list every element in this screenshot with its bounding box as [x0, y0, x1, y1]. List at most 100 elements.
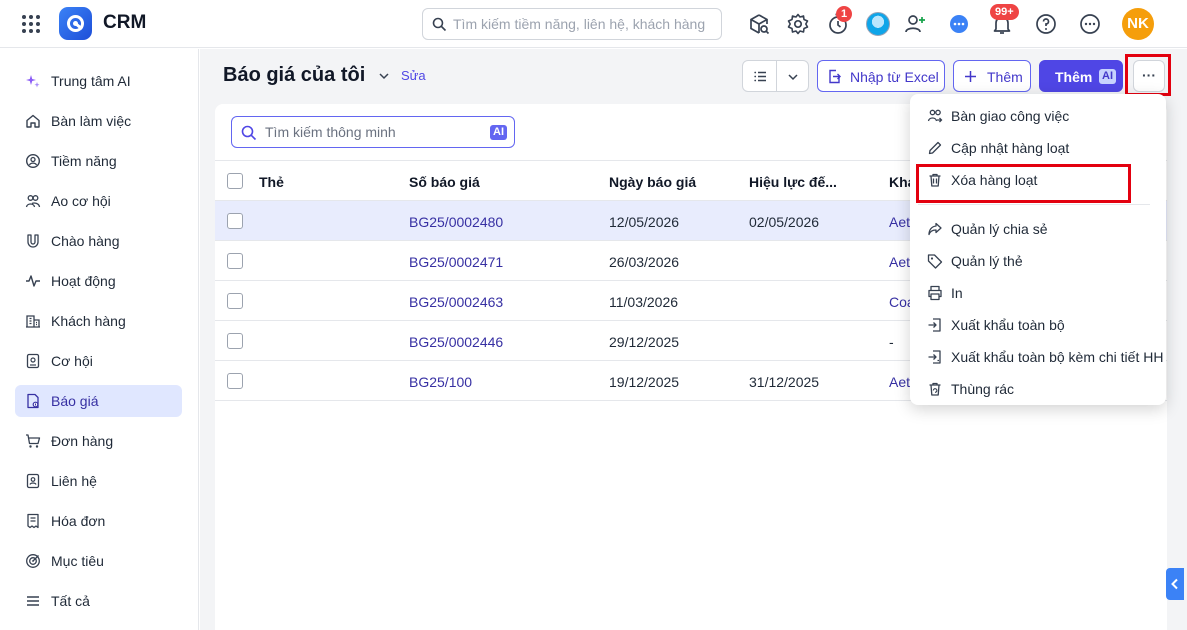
sidebar-item-workspace[interactable]: Bàn làm việc: [15, 105, 182, 137]
pool-icon: [25, 195, 41, 208]
sidebar-item-offers[interactable]: Chào hàng: [15, 225, 182, 257]
menu-item-export-all[interactable]: Xuất khẩu toàn bộ: [910, 310, 1166, 340]
crm-logo-icon[interactable]: [59, 7, 92, 40]
quote-icon: [27, 393, 39, 409]
menu-item-print[interactable]: In: [910, 278, 1166, 308]
more-circle-icon[interactable]: [1078, 12, 1102, 36]
customer-empty: -: [889, 334, 894, 350]
menu-item-bulk-update[interactable]: Cập nhật hàng loạt: [910, 133, 1166, 163]
quote-date: 11/03/2026: [609, 294, 679, 310]
customer-link[interactable]: Aet: [889, 254, 910, 270]
sidebar-item-label: Khách hàng: [51, 313, 126, 329]
printer-icon: [928, 285, 942, 301]
sidebar-item-all[interactable]: Tất cả: [15, 585, 182, 617]
row-checkbox[interactable]: [227, 373, 243, 389]
search-icon: [241, 125, 257, 141]
sidebar-item-contacts[interactable]: Liên hệ: [15, 465, 182, 497]
smart-search-input[interactable]: [265, 117, 485, 147]
search-icon: [432, 17, 447, 32]
gear-icon[interactable]: [786, 12, 810, 36]
share-icon: [928, 222, 942, 236]
column-header-quote-date[interactable]: Ngày báo giá: [609, 174, 696, 190]
sidebar-item-activities[interactable]: Hoạt động: [15, 265, 182, 297]
sidebar-item-label: Tiềm năng: [51, 153, 117, 169]
building-icon: [26, 315, 40, 328]
sidebar-item-label: Cơ hội: [51, 353, 93, 369]
column-header-valid-until[interactable]: Hiệu lực đế...: [749, 174, 837, 190]
menu-icon: [27, 596, 39, 606]
import-icon: [829, 69, 841, 84]
cube-search-icon[interactable]: [747, 12, 771, 36]
menu-item-export-all-details[interactable]: Xuất khẩu toàn bộ kèm chi tiết HH: [910, 342, 1166, 372]
timer-badge: 1: [836, 6, 853, 22]
customer-link[interactable]: Aet: [889, 374, 910, 390]
sidebar-item-label: Chào hàng: [51, 233, 120, 249]
sidebar-item-label: Hoạt động: [51, 273, 116, 289]
home-icon: [26, 114, 40, 128]
customer-link[interactable]: Aet: [889, 214, 910, 230]
quote-date: 26/03/2026: [609, 254, 680, 270]
menu-item-handover[interactable]: Bàn giao công việc: [910, 101, 1166, 131]
global-search[interactable]: [422, 8, 722, 40]
add-button[interactable]: Thêm: [953, 60, 1031, 92]
side-panel-toggle[interactable]: [1166, 568, 1184, 600]
magnet-icon: [27, 234, 39, 248]
sidebar: Trung tâm AI Bàn làm việc Tiềm năng Ao c…: [0, 49, 199, 630]
help-icon[interactable]: [1034, 12, 1058, 36]
sidebar-item-invoices[interactable]: Hóa đơn: [15, 505, 182, 537]
menu-item-share[interactable]: Quản lý chia sẻ: [910, 214, 1166, 244]
sidebar-item-ai-center[interactable]: Trung tâm AI: [15, 65, 182, 97]
sidebar-item-opportunities[interactable]: Cơ hội: [15, 345, 182, 377]
list-view-button[interactable]: [742, 60, 778, 92]
tag-icon: [927, 254, 943, 269]
sidebar-item-customers[interactable]: Khách hàng: [15, 305, 182, 337]
sidebar-item-goals[interactable]: Mục tiêu: [15, 545, 182, 577]
ai-tag: AI: [1099, 69, 1116, 84]
quote-number-link[interactable]: BG25/100: [409, 374, 472, 390]
row-checkbox[interactable]: [227, 213, 243, 229]
menu-item-label: Cập nhật hàng loạt: [951, 140, 1070, 156]
sidebar-item-label: Ao cơ hội: [51, 193, 111, 209]
pencil-icon: [928, 141, 942, 155]
sidebar-item-label: Báo giá: [51, 393, 99, 409]
import-excel-button[interactable]: Nhập từ Excel: [817, 60, 945, 92]
chevron-down-icon[interactable]: [378, 70, 390, 82]
quote-number-link[interactable]: BG25/0002471: [409, 254, 503, 270]
sidebar-item-label: Trung tâm AI: [51, 73, 131, 89]
row-checkbox[interactable]: [227, 293, 243, 309]
row-checkbox[interactable]: [227, 253, 243, 269]
edit-view-link[interactable]: Sửa: [401, 68, 426, 83]
sidebar-item-opportunity-pool[interactable]: Ao cơ hội: [15, 185, 182, 217]
menu-item-recycle-bin[interactable]: Thùng rác: [910, 374, 1166, 404]
sidebar-item-quotes[interactable]: Báo giá: [15, 385, 182, 417]
quote-number-link[interactable]: BG25/0002446: [409, 334, 503, 350]
column-header-tags[interactable]: Thẻ: [259, 174, 284, 190]
opportunity-icon: [26, 353, 40, 369]
valid-until: 02/05/2026: [749, 214, 820, 230]
app-grid-icon[interactable]: [20, 13, 42, 35]
add-with-ai-button[interactable]: Thêm AI: [1039, 60, 1123, 92]
quote-number-link[interactable]: BG25/0002480: [409, 214, 503, 230]
sidebar-item-orders[interactable]: Đơn hàng: [15, 425, 182, 457]
sidebar-item-leads[interactable]: Tiềm năng: [15, 145, 182, 177]
global-search-input[interactable]: [453, 9, 715, 39]
view-dropdown-button[interactable]: [776, 60, 809, 92]
menu-item-label: Xuất khẩu toàn bộ kèm chi tiết HH: [951, 349, 1164, 365]
add-user-icon[interactable]: [903, 12, 927, 36]
add-label: Thêm: [987, 69, 1023, 85]
smart-search[interactable]: AI: [231, 116, 515, 148]
menu-item-label: Quản lý chia sẻ: [951, 221, 1048, 237]
column-header-quote-number[interactable]: Số báo giá: [409, 174, 480, 190]
plus-icon: [965, 71, 976, 82]
assistant-avatar-icon[interactable]: [866, 12, 890, 36]
menu-item-label: Xuất khẩu toàn bộ: [951, 317, 1065, 333]
sidebar-item-label: Liên hệ: [51, 473, 97, 489]
menu-item-tags[interactable]: Quản lý thẻ: [910, 246, 1166, 276]
invoice-icon: [27, 513, 39, 529]
user-avatar[interactable]: NK: [1122, 8, 1154, 40]
quote-number-link[interactable]: BG25/0002463: [409, 294, 503, 310]
row-checkbox[interactable]: [227, 333, 243, 349]
menu-item-label: Thùng rác: [951, 381, 1015, 397]
chat-icon[interactable]: [947, 12, 971, 36]
select-all-checkbox[interactable]: [227, 173, 243, 189]
